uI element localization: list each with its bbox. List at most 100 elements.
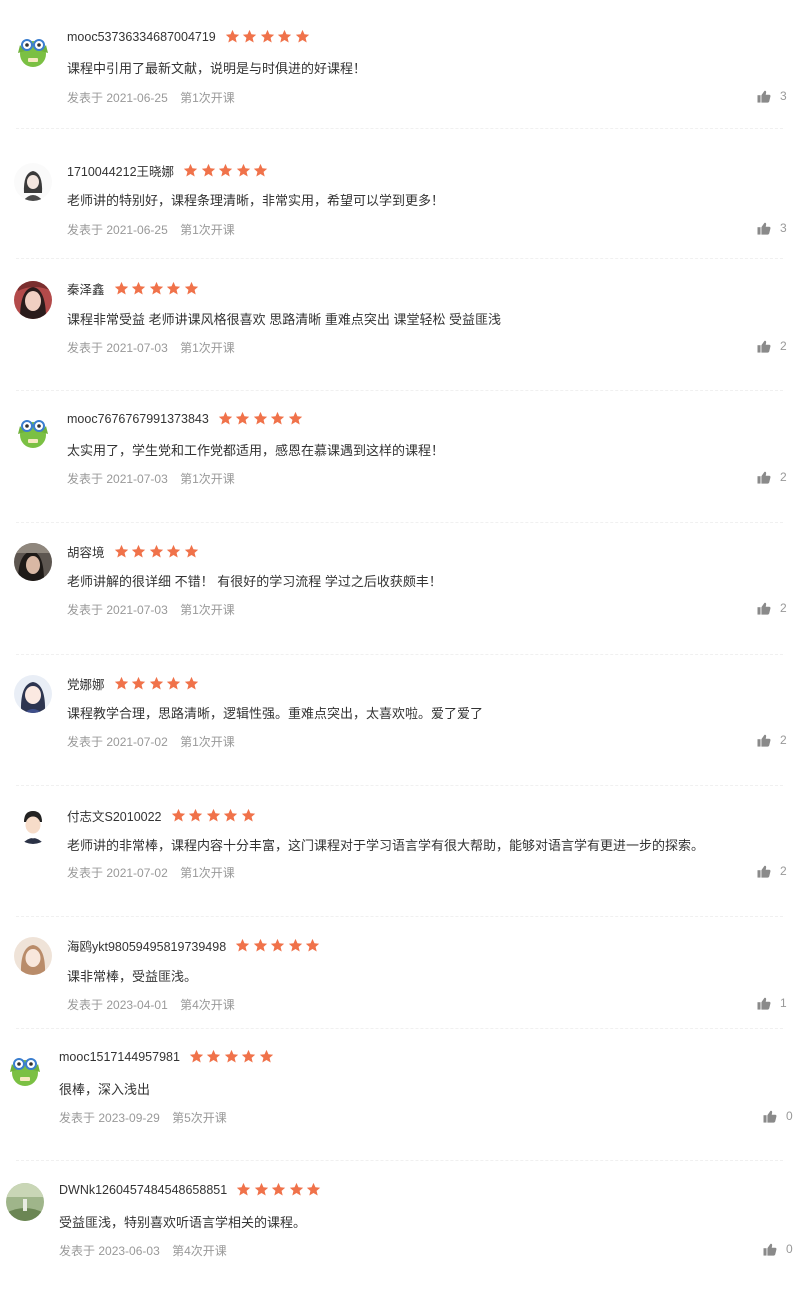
avatar[interactable] [14, 281, 52, 319]
star-icon [289, 1182, 303, 1196]
star-icon [218, 163, 233, 177]
username[interactable]: 海鸥ykt98059495819739498 [67, 936, 226, 955]
star-icon [149, 676, 163, 690]
thumbs-up-icon [757, 865, 771, 878]
course-term: 第4次开课 [172, 1244, 227, 1258]
star-icon [305, 938, 320, 952]
like-button[interactable]: 3 [757, 221, 787, 235]
review-header: 付志文S2010022 [67, 806, 258, 825]
username[interactable]: mooc53736334687004719 [67, 30, 216, 44]
star-rating [218, 411, 306, 426]
thumbs-up-icon [757, 997, 771, 1010]
star-icon [253, 938, 267, 952]
avatar[interactable] [14, 937, 52, 975]
star-icon [272, 1182, 286, 1196]
review-content: 老师讲解的很详细 不错！ 有很好的学习流程 学过之后收获颇丰！ [67, 574, 442, 589]
star-icon [131, 281, 146, 295]
posted-prefix: 发表于 [67, 223, 104, 237]
star-icon [188, 808, 203, 822]
star-icon [225, 29, 239, 43]
star-icon [114, 281, 128, 295]
review-meta: 发表于 2021-07-03 第1次开课 [67, 339, 235, 356]
username[interactable]: 1710044212王晓娜 [67, 161, 174, 180]
course-term: 第1次开课 [180, 472, 235, 486]
review-date: 2023-09-29 [98, 1111, 160, 1125]
review-date: 2021-07-02 [106, 866, 168, 880]
star-icon [207, 1049, 221, 1063]
course-term: 第1次开课 [180, 603, 235, 617]
review-meta: 发表于 2021-06-25 第1次开课 [67, 221, 235, 238]
like-button[interactable]: 3 [757, 89, 787, 103]
like-count: 2 [780, 733, 787, 747]
review-header: 1710044212王晓娜 [67, 161, 271, 180]
review-date: 2021-07-03 [106, 603, 168, 617]
star-icon [183, 163, 198, 177]
like-count: 3 [780, 221, 787, 235]
review-header: 秦泽鑫 [67, 279, 201, 298]
avatar[interactable] [14, 806, 52, 844]
like-button[interactable]: 2 [757, 601, 787, 615]
username[interactable]: 秦泽鑫 [67, 279, 105, 298]
course-term: 第1次开课 [180, 91, 235, 105]
star-icon [295, 29, 309, 43]
star-icon [184, 544, 198, 558]
course-term: 第1次开课 [180, 735, 235, 749]
avatar[interactable] [14, 163, 52, 201]
star-icon [166, 676, 181, 690]
thumbs-up-icon [757, 340, 771, 353]
review-meta: 发表于 2021-07-03 第1次开课 [67, 470, 235, 487]
review-content: 受益匪浅，特别喜欢听语言学相关的课程。 [59, 1215, 307, 1230]
username[interactable]: 付志文S2010022 [67, 806, 162, 825]
avatar[interactable] [6, 1183, 44, 1221]
star-icon [224, 1049, 239, 1063]
username[interactable]: 党娜娜 [67, 674, 105, 693]
avatar[interactable] [14, 675, 52, 713]
username[interactable]: mooc1517144957981 [59, 1050, 180, 1064]
avatar[interactable] [14, 31, 52, 69]
avatar[interactable] [6, 1050, 44, 1088]
avatar[interactable] [14, 412, 52, 450]
divider [16, 522, 783, 523]
divider [16, 1028, 783, 1029]
review-content: 老师讲的特别好，课程条理清晰，非常实用，希望可以学到更多！ [67, 193, 445, 208]
divider [16, 1160, 783, 1161]
posted-prefix: 发表于 [67, 866, 104, 880]
course-term: 第1次开课 [180, 341, 235, 355]
star-icon [242, 1049, 256, 1063]
star-rating [236, 1182, 324, 1197]
star-icon [184, 676, 198, 690]
thumbs-up-icon [757, 602, 771, 615]
like-count: 2 [780, 339, 787, 353]
like-button[interactable]: 2 [757, 339, 787, 353]
review-date: 2021-07-03 [106, 472, 168, 486]
posted-prefix: 发表于 [67, 91, 104, 105]
review-content: 课程非常受益 老师讲课风格很喜欢 思路清晰 重难点突出 课堂轻松 受益匪浅 [67, 312, 502, 327]
star-icon [253, 163, 268, 177]
course-term: 第5次开课 [172, 1111, 227, 1125]
like-button[interactable]: 0 [763, 1109, 793, 1123]
star-icon [237, 1182, 251, 1196]
username[interactable]: DWNk1260457484548658851 [59, 1183, 227, 1197]
posted-prefix: 发表于 [67, 603, 104, 617]
like-button[interactable]: 2 [757, 864, 787, 878]
divider [16, 654, 783, 655]
review-header: mooc53736334687004719 [67, 29, 312, 44]
thumbs-up-icon [757, 90, 771, 103]
avatar[interactable] [14, 543, 52, 581]
review-header: 胡容境 [67, 542, 201, 561]
review-content: 课程中引用了最新文献，说明是与时俱进的好课程！ [67, 61, 367, 76]
like-count: 2 [780, 864, 787, 878]
star-icon [271, 411, 285, 425]
posted-prefix: 发表于 [67, 472, 104, 486]
like-button[interactable]: 1 [757, 996, 787, 1010]
like-button[interactable]: 2 [757, 470, 787, 484]
username[interactable]: 胡容境 [67, 542, 105, 561]
like-button[interactable]: 0 [763, 1242, 793, 1256]
star-icon [241, 808, 255, 822]
like-count: 1 [780, 996, 787, 1010]
star-rating [171, 808, 259, 823]
like-button[interactable]: 2 [757, 733, 787, 747]
star-icon [166, 281, 181, 295]
star-icon [201, 163, 215, 177]
username[interactable]: mooc7676767991373843 [67, 412, 209, 426]
